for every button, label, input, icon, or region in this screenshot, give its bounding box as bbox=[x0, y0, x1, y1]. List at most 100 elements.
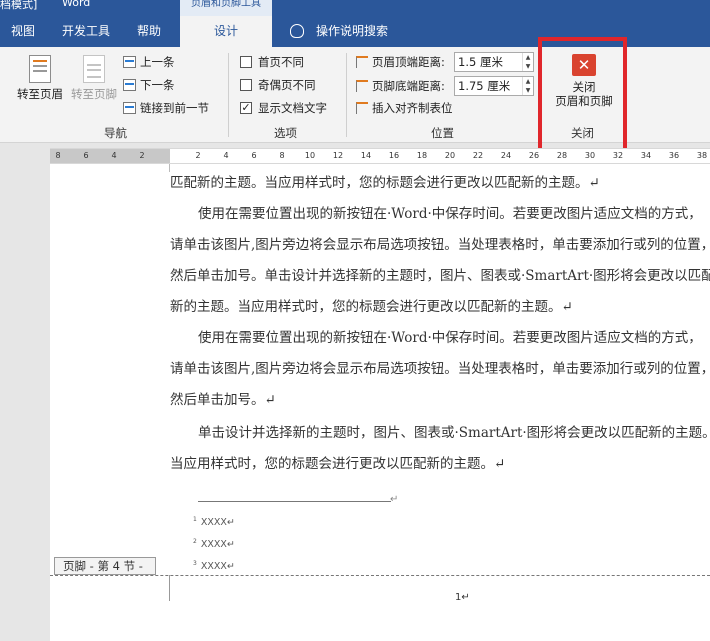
ruler-tick-label: 24 bbox=[500, 151, 512, 160]
footnote-separator bbox=[198, 501, 391, 502]
ruler-tick-label: 28 bbox=[556, 151, 568, 160]
ruler-tick-label: 30 bbox=[584, 151, 596, 160]
tab-developer[interactable]: 开发工具 bbox=[62, 16, 110, 47]
insert-alignment-tab-button[interactable]: 插入对齐制表位 bbox=[356, 98, 453, 118]
ruler-tick-label: 8 bbox=[279, 151, 285, 160]
page-number[interactable]: 1↵ bbox=[455, 592, 470, 603]
previous-label: 上一条 bbox=[140, 55, 175, 69]
footer-boundary bbox=[50, 575, 710, 576]
footer-section-tag: 页脚 - 第 4 节 - bbox=[54, 557, 156, 575]
next-label: 下一条 bbox=[140, 78, 175, 92]
link-to-previous-label: 链接到前一节 bbox=[140, 101, 209, 115]
group-label-options: 选项 bbox=[274, 126, 297, 140]
ruler-tick-label: 32 bbox=[612, 151, 624, 160]
header-distance-value: 1.5 厘米 bbox=[458, 55, 503, 69]
ruler-tick-label: 10 bbox=[304, 151, 316, 160]
tab-help[interactable]: 帮助 bbox=[137, 16, 161, 47]
header-distance-label-row: 页眉顶端距离: bbox=[356, 52, 445, 72]
spinner-arrows-icon[interactable]: ▲ ▼ bbox=[522, 77, 533, 95]
odd-even-different-label: 奇偶页不同 bbox=[258, 78, 316, 92]
first-page-different-label: 首页不同 bbox=[258, 55, 304, 69]
body-line: 然后单击加号。单击设计并选择新的主题时，图片、图表或·SmartArt·图形将会… bbox=[170, 268, 710, 284]
previous-button[interactable]: 上一条 bbox=[123, 53, 175, 71]
footer-distance-label-row: 页脚底端距离: bbox=[356, 76, 445, 96]
show-document-text-label: 显示文档文字 bbox=[258, 101, 327, 115]
ruler-tick-label: 8 bbox=[55, 151, 61, 160]
next-button[interactable]: 下一条 bbox=[123, 76, 175, 94]
footer-distance-value: 1.75 厘米 bbox=[458, 79, 511, 93]
goto-header-label: 转至页眉 bbox=[17, 87, 63, 101]
footer-doc-icon bbox=[83, 55, 105, 83]
body-line: 使用在需要位置出现的新按钮在·Word·中保存时间。若要更改图片适应文档的方式， bbox=[198, 330, 702, 346]
ruler-tick-label: 4 bbox=[111, 151, 117, 160]
word-window: 档模式] Word 页眉和页脚工具 视图 开发工具 帮助 设计 操作说明搜索 转… bbox=[0, 0, 710, 641]
ruler-tick-label: 34 bbox=[640, 151, 652, 160]
ruler-tick-label: 4 bbox=[223, 151, 229, 160]
ruler-tick-label: 6 bbox=[251, 151, 257, 160]
tell-me-search[interactable]: 操作说明搜索 bbox=[290, 16, 388, 47]
ruler-margin-area bbox=[50, 149, 170, 163]
odd-even-different-checkbox[interactable]: 奇偶页不同 bbox=[240, 76, 316, 94]
ruler-tick-label: 20 bbox=[444, 151, 456, 160]
group-divider bbox=[228, 53, 229, 137]
header-doc-icon bbox=[29, 55, 51, 83]
footer-distance-spinner[interactable]: 1.75 厘米 ▲ ▼ bbox=[454, 76, 534, 96]
checkbox-checkmark: ✓ bbox=[240, 100, 252, 114]
body-line: 请单击该图片,图片旁边将会显示布局选项按钮。当处理表格时，单击要添加行或列的位置… bbox=[170, 237, 710, 253]
lightbulb-icon bbox=[290, 23, 304, 38]
group-label-position: 位置 bbox=[431, 126, 454, 140]
ruler-tick-label: 12 bbox=[332, 151, 344, 160]
first-page-different-checkbox[interactable]: 首页不同 bbox=[240, 53, 304, 71]
header-distance-spinner[interactable]: 1.5 厘米 ▲ ▼ bbox=[454, 52, 534, 72]
header-distance-label: 页眉顶端距离: bbox=[372, 55, 445, 69]
group-divider bbox=[346, 53, 347, 137]
previous-icon bbox=[123, 55, 136, 68]
ruler-tick-label: 26 bbox=[528, 151, 540, 160]
horizontal-ruler[interactable]: 8 6 4 2 2 4 6 8 10 12 14 16 18 20 22 24 26 28 30 32 34 36 38 bbox=[50, 148, 710, 164]
body-line: 使用在需要位置出现的新按钮在·Word·中保存时间。若要更改图片适应文档的方式， bbox=[198, 206, 702, 222]
paragraph-mark: ↵ bbox=[390, 494, 399, 505]
ruler-tick-label: 36 bbox=[668, 151, 680, 160]
tell-me-label: 操作说明搜索 bbox=[316, 24, 389, 38]
app-name: Word bbox=[62, 0, 91, 9]
ruler-tick-label: 2 bbox=[195, 151, 201, 160]
insert-alignment-tab-label: 插入对齐制表位 bbox=[372, 101, 453, 115]
footnote-item: 2 XXXX↵ bbox=[193, 538, 235, 551]
spinner-arrows-icon[interactable]: ▲ ▼ bbox=[522, 53, 533, 71]
checkbox-box bbox=[240, 78, 252, 91]
body-line: 然后单击加号。↵ bbox=[170, 392, 276, 408]
ruler-tick-label: 16 bbox=[388, 151, 400, 160]
body-line: 新的主题。当应用样式时，您的标题会进行更改以匹配新的主题。↵ bbox=[170, 299, 573, 315]
document-page[interactable]: 匹配新的主题。当应用样式时，您的标题会进行更改以匹配新的主题。↵ 使用在需要位置… bbox=[50, 164, 710, 641]
footer-distance-icon bbox=[356, 79, 368, 92]
footnote-item: 3 XXXX↵ bbox=[193, 560, 235, 573]
body-line: 当应用样式时，您的标题会进行更改以匹配新的主题。↵ bbox=[170, 456, 506, 472]
show-document-text-checkbox[interactable]: ✓ 显示文档文字 bbox=[240, 99, 327, 117]
context-tab-group-label: 页眉和页脚工具 bbox=[180, 0, 272, 16]
ruler-tick-label: 6 bbox=[83, 151, 89, 160]
tab-view[interactable]: 视图 bbox=[11, 16, 35, 47]
margin-guide bbox=[169, 575, 170, 601]
footnote-item: 1 XXXX↵ bbox=[193, 516, 235, 529]
body-line: 匹配新的主题。当应用样式时，您的标题会进行更改以匹配新的主题。↵ bbox=[170, 175, 600, 191]
goto-footer-button[interactable]: 转至页脚 bbox=[66, 55, 122, 101]
goto-footer-label: 转至页脚 bbox=[71, 87, 117, 101]
ruler-tick-label: 38 bbox=[696, 151, 708, 160]
body-line: 请单击该图片,图片旁边将会显示布局选项按钮。当处理表格时，单击要添加行或列的位置… bbox=[170, 361, 710, 377]
group-label-navigation: 导航 bbox=[104, 126, 127, 140]
header-distance-icon bbox=[356, 55, 368, 68]
link-to-previous-button[interactable]: 链接到前一节 bbox=[123, 99, 209, 117]
ruler-tick-label: 2 bbox=[139, 151, 145, 160]
link-icon bbox=[123, 101, 136, 114]
next-icon bbox=[123, 78, 136, 91]
ruler-tick-label: 18 bbox=[416, 151, 428, 160]
ruler-tick-label: 22 bbox=[472, 151, 484, 160]
goto-header-button[interactable]: 转至页眉 bbox=[10, 55, 70, 101]
ruler-tick-label: 14 bbox=[360, 151, 372, 160]
title-fragment: 档模式] bbox=[0, 0, 38, 11]
body-line: 单击设计并选择新的主题时，图片、图表或·SmartArt·图形将会更改以匹配新的… bbox=[198, 425, 710, 441]
title-bar: 档模式] Word 页眉和页脚工具 bbox=[0, 0, 710, 16]
tab-design[interactable]: 设计 bbox=[180, 16, 272, 47]
alignment-tab-icon bbox=[356, 101, 368, 114]
highlight-annotation-box bbox=[538, 37, 627, 156]
